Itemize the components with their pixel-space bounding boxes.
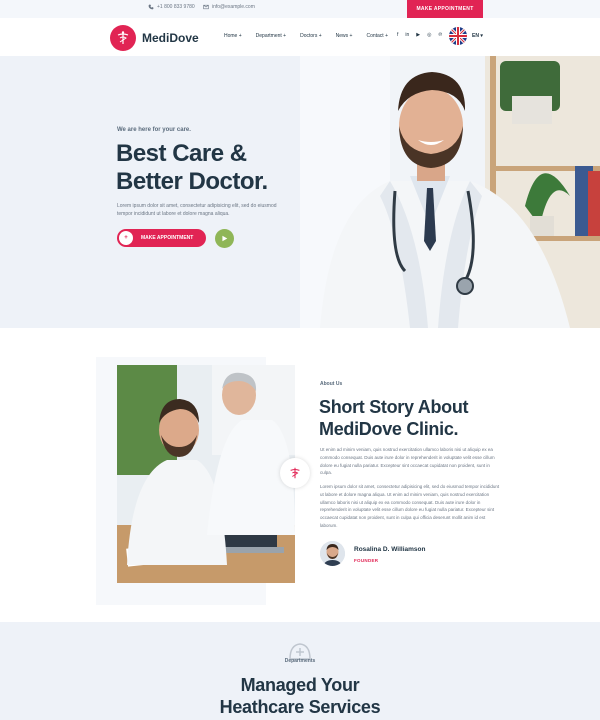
departments-title-line-2: Heathcare Services <box>219 697 381 717</box>
hero-title-line-1: Best Care & <box>116 140 247 167</box>
main-nav: Home + Department + Doctors + News + Con… <box>224 33 388 39</box>
caduceus-icon <box>110 25 136 51</box>
author-name: Rosalina D. Williamson <box>354 546 426 553</box>
author-role: FOUNDER <box>354 558 379 563</box>
language-selector[interactable]: EN ▾ <box>472 33 483 39</box>
departments-label: Departments <box>284 658 316 664</box>
departments-title: Managed Your Heathcare Services <box>0 674 600 718</box>
phone-icon <box>148 4 154 10</box>
hero-appointment-label: MAKE APPOINTMENT <box>141 235 194 241</box>
hero-title-line-2: Better Doctor. <box>116 168 268 195</box>
site-header: MediDove Home + Department + Doctors + N… <box>0 18 600 56</box>
departments-title-line-1: Managed Your <box>240 675 360 695</box>
top-phone[interactable]: +1 800 833 9780 <box>148 4 195 10</box>
about-label: About Us <box>320 381 343 387</box>
top-phone-text: +1 800 833 9780 <box>157 4 195 10</box>
about-paragraph-2: Lorem ipsum dolor sit amet, consectetur … <box>320 484 500 528</box>
caduceus-badge-icon <box>280 458 310 488</box>
mail-icon <box>203 4 209 10</box>
instagram-icon[interactable]: ◎ <box>427 32 431 38</box>
nav-department[interactable]: Department + <box>256 33 286 39</box>
author-avatar <box>320 541 345 566</box>
nav-news[interactable]: News + <box>336 33 353 39</box>
social-links: f in ▶ ◎ ℗ <box>397 32 442 38</box>
hero-tagline: We are here for your care. <box>117 127 191 133</box>
hero-section: We are here for your care. Best Care & B… <box>0 56 600 328</box>
top-bar: +1 800 833 9780 info@example.com MAKE AP… <box>0 0 600 18</box>
top-appointment-button[interactable]: MAKE APPOINTMENT <box>407 0 483 18</box>
about-title: Short Story About MediDove Clinic. <box>319 396 469 440</box>
doctors-team-image <box>117 365 295 583</box>
nav-contact[interactable]: Contact + <box>366 33 388 39</box>
plus-icon: + <box>119 231 133 245</box>
logo[interactable]: MediDove <box>110 22 200 54</box>
about-title-line-1: Short Story About <box>319 397 469 417</box>
hero-description: Lorem ipsum dolor sit amet, consectetur … <box>117 203 277 217</box>
top-email-text: info@example.com <box>212 4 255 10</box>
play-video-button[interactable] <box>215 229 234 248</box>
facebook-icon[interactable]: f <box>397 32 398 38</box>
linkedin-icon[interactable]: in <box>405 32 409 38</box>
hero-title: Best Care & Better Doctor. <box>116 140 268 196</box>
uk-flag-icon[interactable] <box>449 27 467 45</box>
nav-doctors[interactable]: Doctors + <box>300 33 322 39</box>
logo-text: MediDove <box>142 31 199 45</box>
top-email[interactable]: info@example.com <box>203 4 255 10</box>
youtube-icon[interactable]: ▶ <box>416 32 420 38</box>
doctor-hero-image <box>300 56 600 328</box>
play-icon <box>222 235 228 242</box>
pinterest-icon[interactable]: ℗ <box>439 32 443 38</box>
about-paragraph-1: Ut enim ad minim veniam, quis nostrud ex… <box>320 447 495 476</box>
about-title-line-2: MediDove Clinic. <box>319 419 459 439</box>
nav-home[interactable]: Home + <box>224 33 242 39</box>
hero-appointment-button[interactable]: + MAKE APPOINTMENT <box>117 229 206 247</box>
